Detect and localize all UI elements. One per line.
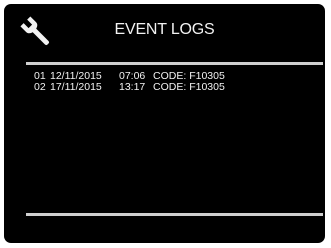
log-time: 13:17 [119,81,146,93]
event-log-list: 01 12/11/2015 07:06 CODE: F10305 02 17/11/20… [34,71,225,93]
event-logs-screen: EVENT LOGS 01 12/11/2015 07:06 CODE: F10305… [4,4,325,243]
log-index: 02 [34,81,46,93]
bottom-divider [26,213,323,216]
log-entry: 02 17/11/2015 13:17 CODE: F10305 [34,82,225,93]
page-title: EVENT LOGS [114,21,215,38]
log-date: 17/11/2015 [50,81,102,93]
wrench-icon [20,16,49,45]
top-divider [26,62,323,65]
log-code: F10305 [189,81,225,93]
settings-button[interactable] [18,14,54,50]
log-code-label: CODE: [153,81,187,93]
